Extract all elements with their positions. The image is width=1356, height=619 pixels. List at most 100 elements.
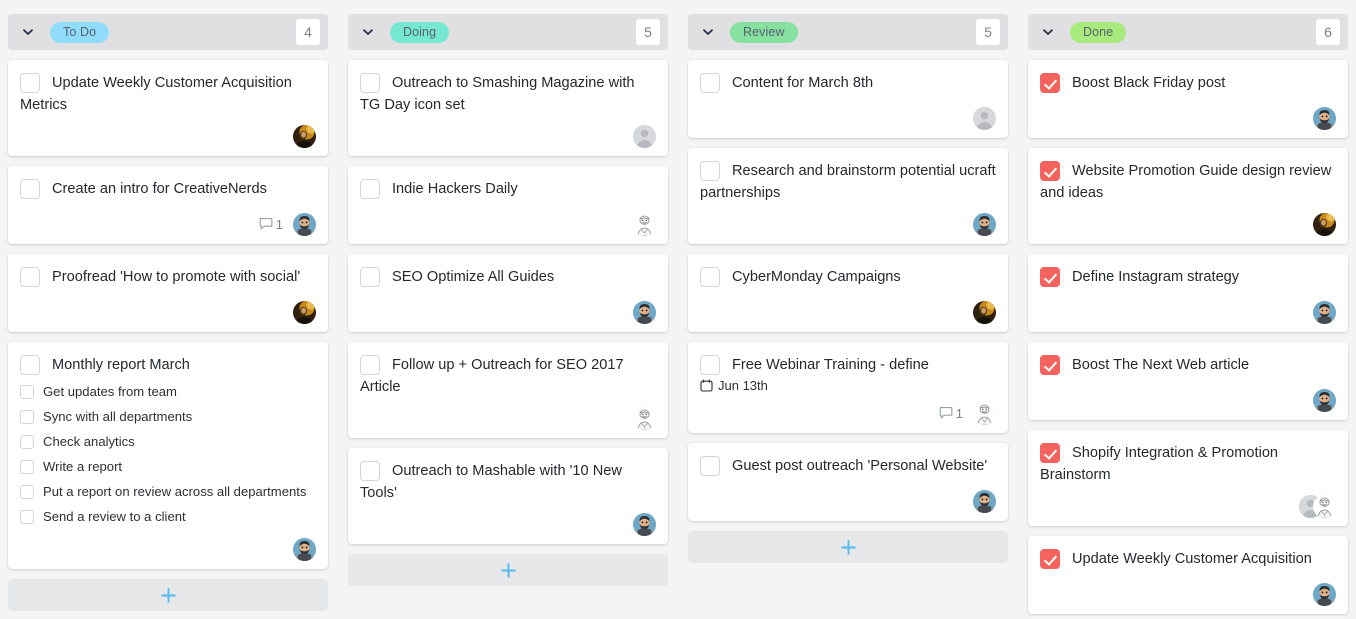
assignee-avatars (1313, 300, 1336, 324)
add-card-button[interactable] (8, 579, 328, 611)
task-card[interactable]: Boost The Next Web article (1028, 342, 1348, 420)
task-checkbox[interactable] (20, 179, 40, 199)
card-title-row: Boost The Next Web article (1040, 354, 1336, 376)
task-card[interactable]: Follow up + Outreach for SEO 2017 Articl… (348, 342, 668, 438)
avatar[interactable] (1313, 106, 1336, 130)
subtask-item[interactable]: Sync with all departments (20, 404, 316, 429)
card-due-date-label: Jun 13th (718, 378, 768, 393)
task-checkbox[interactable] (360, 355, 380, 375)
task-card[interactable]: Update Weekly Customer Acquisition (1028, 536, 1348, 614)
add-card-button[interactable] (348, 554, 668, 586)
avatar[interactable] (973, 106, 996, 130)
subtask-checkbox[interactable] (20, 409, 34, 424)
avatar[interactable] (1313, 494, 1336, 518)
avatar[interactable] (973, 212, 996, 236)
avatar[interactable] (1313, 212, 1336, 236)
avatar[interactable] (973, 401, 996, 425)
task-checkbox[interactable] (700, 456, 720, 476)
task-card[interactable]: Define Instagram strategy (1028, 254, 1348, 332)
task-checkbox[interactable] (360, 267, 380, 287)
task-checkbox[interactable] (700, 267, 720, 287)
avatar[interactable] (1313, 582, 1336, 606)
card-title: Update Weekly Customer Acquisition Metri… (20, 75, 292, 113)
card-title-row: Shopify Integration & Promotion Brainsto… (1040, 442, 1336, 486)
column-header-doing: Doing 5 (348, 14, 668, 50)
task-checkbox[interactable] (360, 73, 380, 93)
add-card-button[interactable] (688, 531, 1008, 563)
avatar[interactable] (973, 489, 996, 513)
comment-count[interactable]: 1 (939, 406, 963, 421)
task-checkbox-checked[interactable] (1040, 355, 1060, 375)
task-card[interactable]: Content for March 8th (688, 60, 1008, 138)
subtask-checkbox[interactable] (20, 384, 34, 399)
chevron-down-icon[interactable] (700, 24, 716, 40)
chevron-down-icon[interactable] (1040, 24, 1056, 40)
task-card[interactable]: SEO Optimize All Guides (348, 254, 668, 332)
card-title: Guest post outreach 'Personal Website' (732, 458, 988, 474)
task-checkbox-checked[interactable] (1040, 161, 1060, 181)
task-card[interactable]: Free Webinar Training - define Jun 13th 1 (688, 342, 1008, 433)
avatar[interactable] (633, 212, 656, 236)
avatar[interactable] (633, 300, 656, 324)
chevron-down-icon[interactable] (360, 24, 376, 40)
subtask-item[interactable]: Check analytics (20, 429, 316, 454)
card-title-row: Website Promotion Guide design review an… (1040, 160, 1336, 204)
task-checkbox-checked[interactable] (1040, 267, 1060, 287)
task-checkbox-checked[interactable] (1040, 549, 1060, 569)
subtask-item[interactable]: Send a review to a client (20, 504, 316, 529)
task-card[interactable]: Outreach to Smashing Magazine with TG Da… (348, 60, 668, 156)
task-checkbox[interactable] (20, 73, 40, 93)
card-footer (360, 116, 656, 148)
task-card[interactable]: Create an intro for CreativeNerds 1 (8, 166, 328, 244)
subtask-checkbox[interactable] (20, 459, 34, 474)
task-checkbox[interactable] (700, 73, 720, 93)
comment-count[interactable]: 1 (259, 217, 283, 232)
task-card[interactable]: Boost Black Friday post (1028, 60, 1348, 138)
avatar[interactable] (633, 512, 656, 536)
column-todo: To Do 4 Update Weekly Customer Acquisition… (8, 14, 328, 611)
column-title-badge[interactable]: To Do (50, 21, 110, 43)
subtask-checkbox[interactable] (20, 484, 34, 499)
task-card[interactable]: Indie Hackers Daily (348, 166, 668, 244)
task-card[interactable]: Update Weekly Customer Acquisition Metri… (8, 60, 328, 156)
task-card[interactable]: Monthly report March Get updates from tea… (8, 342, 328, 569)
chevron-down-icon[interactable] (20, 24, 36, 40)
task-checkbox[interactable] (20, 355, 40, 375)
task-card[interactable]: CyberMonday Campaigns (688, 254, 1008, 332)
card-title: Proofread 'How to promote with social' (52, 269, 301, 285)
subtask-item[interactable]: Write a report (20, 454, 316, 479)
column-title-badge[interactable]: Review (730, 21, 798, 43)
task-card[interactable]: Outreach to Mashable with '10 New Tools' (348, 448, 668, 544)
avatar[interactable] (633, 124, 656, 148)
subtask-checkbox[interactable] (20, 434, 34, 449)
avatar[interactable] (1313, 300, 1336, 324)
column-title-badge[interactable]: Done (1070, 21, 1127, 43)
task-checkbox[interactable] (20, 267, 40, 287)
avatar[interactable] (293, 537, 316, 561)
task-card[interactable]: Research and brainstorm potential ucraft… (688, 148, 1008, 244)
card-title-row: Define Instagram strategy (1040, 266, 1336, 288)
column-title-badge[interactable]: Doing (390, 21, 450, 43)
avatar[interactable] (1313, 388, 1336, 412)
card-due-date[interactable]: Jun 13th (700, 378, 996, 393)
task-card[interactable]: Guest post outreach 'Personal Website' (688, 443, 1008, 521)
subtask-item[interactable]: Get updates from team (20, 379, 316, 404)
task-card[interactable]: Shopify Integration & Promotion Brainsto… (1028, 430, 1348, 526)
avatar[interactable] (973, 300, 996, 324)
avatar[interactable] (293, 212, 316, 236)
task-checkbox[interactable] (700, 355, 720, 375)
task-card[interactable]: Proofread 'How to promote with social' (8, 254, 328, 332)
avatar[interactable] (293, 124, 316, 148)
task-checkbox-checked[interactable] (1040, 443, 1060, 463)
task-checkbox[interactable] (360, 179, 380, 199)
subtask-checkbox[interactable] (20, 509, 34, 524)
task-checkbox[interactable] (700, 161, 720, 181)
task-checkbox[interactable] (360, 461, 380, 481)
avatar[interactable] (633, 406, 656, 430)
card-title-row: Boost Black Friday post (1040, 72, 1336, 94)
task-card[interactable]: Website Promotion Guide design review an… (1028, 148, 1348, 244)
assignee-avatars (973, 106, 996, 130)
avatar[interactable] (293, 300, 316, 324)
subtask-item[interactable]: Put a report on review across all depart… (20, 479, 316, 504)
task-checkbox-checked[interactable] (1040, 73, 1060, 93)
